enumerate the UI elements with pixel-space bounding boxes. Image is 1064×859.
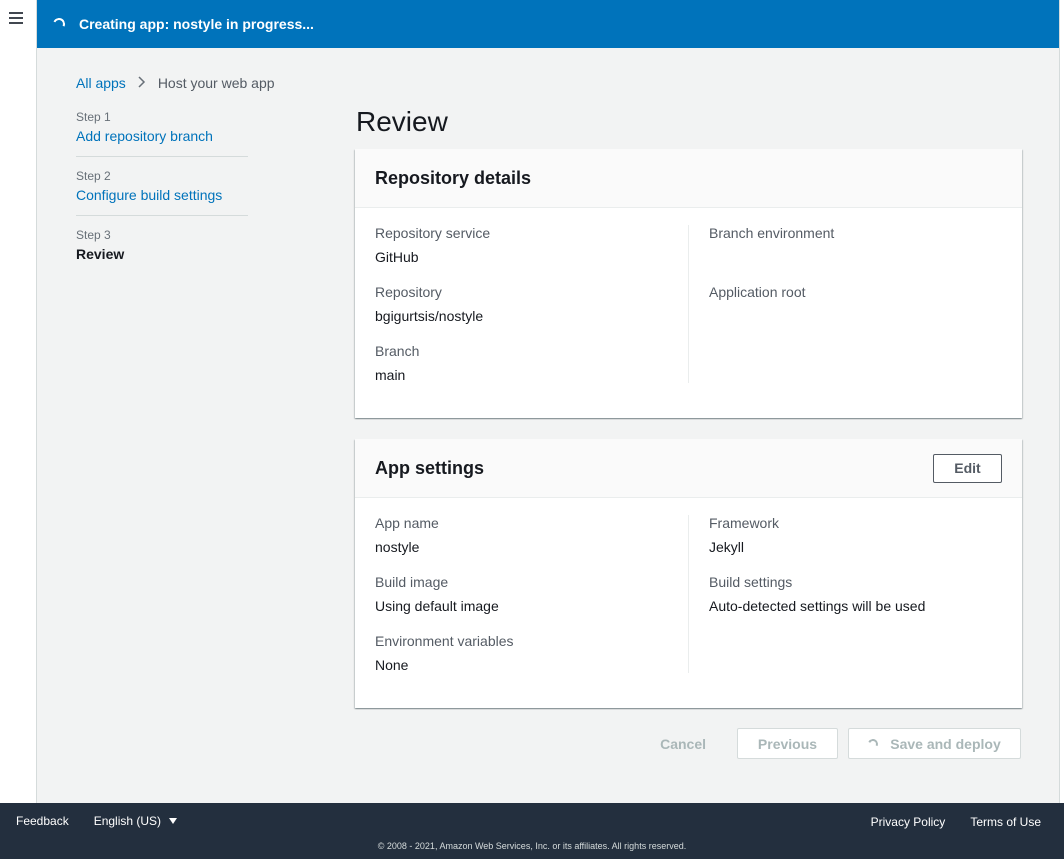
field-framework: Framework Jekyll — [709, 515, 1002, 555]
edit-button[interactable]: Edit — [933, 453, 1002, 483]
step-current-review: Review — [76, 246, 125, 262]
field-value: Using default image — [375, 598, 499, 614]
field-value — [709, 308, 1002, 324]
left-column: Repository service GitHub Repository bgi… — [375, 225, 689, 383]
step-number: Step 1 — [76, 110, 111, 124]
language-selector[interactable]: English (US) — [93, 814, 178, 828]
copyright-text: © 2008 - 2021, Amazon Web Services, Inc.… — [377, 841, 687, 851]
page-title: Review — [356, 106, 448, 137]
breadcrumb-all-apps[interactable]: All apps — [76, 75, 126, 91]
wizard-step-3: Step 3 Review — [76, 228, 248, 274]
footer-left: Feedback English (US) — [16, 814, 178, 828]
app-settings-panel: App settings Edit App name nostyle Build… — [355, 439, 1022, 708]
field-label: Repository service — [375, 225, 491, 241]
field-value — [709, 249, 1002, 265]
field-label: Build settings — [709, 574, 793, 590]
right-edge-divider — [1059, 0, 1064, 803]
step-link-add-repository-branch[interactable]: Add repository branch — [76, 128, 248, 144]
field-build-settings: Build settings Auto-detected settings wi… — [709, 574, 1002, 614]
loading-spinner-icon — [51, 16, 67, 32]
terms-of-use-link[interactable]: Terms of Use — [970, 815, 1041, 829]
field-label: Branch — [375, 343, 420, 359]
field-label: Environment variables — [375, 633, 514, 649]
language-label: English (US) — [93, 814, 162, 828]
breadcrumb-current: Host your web app — [157, 75, 275, 91]
main-content: All apps Host your web app Step 1 Add re… — [37, 48, 1059, 803]
caret-down-icon — [169, 818, 178, 824]
field-value: nostyle — [375, 539, 420, 555]
field-label: App name — [375, 515, 439, 531]
field-value: Auto-detected settings will be used — [709, 598, 926, 614]
save-and-deploy-button[interactable]: Save and deploy — [848, 728, 1021, 759]
feedback-link[interactable]: Feedback — [16, 814, 69, 828]
field-repository-service: Repository service GitHub — [375, 225, 668, 265]
left-column: App name nostyle Build image Using defau… — [375, 515, 689, 673]
wizard-step-1: Step 1 Add repository branch — [76, 110, 248, 157]
panel-title: Repository details — [375, 167, 532, 188]
step-link-configure-build-settings[interactable]: Configure build settings — [76, 187, 248, 203]
panel-header: App settings Edit — [355, 439, 1022, 498]
side-navigation-rail — [0, 0, 37, 803]
panel-title: App settings — [375, 457, 485, 478]
previous-button[interactable]: Previous — [737, 728, 838, 759]
field-label: Framework — [709, 515, 780, 531]
field-value: GitHub — [375, 249, 419, 265]
hamburger-menu-icon[interactable] — [9, 12, 23, 24]
save-and-deploy-label: Save and deploy — [890, 735, 1001, 752]
field-label: Repository — [375, 284, 442, 300]
field-value: bgigurtsis/nostyle — [375, 308, 484, 324]
step-number: Step 2 — [76, 169, 111, 183]
field-environment-variables: Environment variables None — [375, 633, 668, 673]
field-label: Branch environment — [709, 225, 835, 241]
breadcrumb: All apps Host your web app — [76, 75, 275, 91]
footer-right: Privacy Policy Terms of Use — [846, 815, 1041, 829]
panel-header: Repository details — [355, 149, 1022, 208]
loading-spinner-icon — [866, 737, 880, 750]
right-column: Framework Jekyll Build settings Auto-det… — [689, 515, 1002, 673]
repository-details-panel: Repository details Repository service Gi… — [355, 149, 1022, 418]
cancel-button[interactable]: Cancel — [660, 736, 706, 752]
panel-body: App name nostyle Build image Using defau… — [355, 498, 1022, 693]
field-branch-environment: Branch environment — [709, 225, 1002, 265]
field-label: Build image — [375, 574, 449, 590]
field-application-root: Application root — [709, 284, 1002, 324]
footer: Feedback English (US) Privacy Policy Ter… — [0, 803, 1064, 859]
field-build-image: Build image Using default image — [375, 574, 668, 614]
field-label: Application root — [709, 284, 806, 300]
progress-banner: Creating app: nostyle in progress... — [37, 0, 1059, 48]
banner-message: Creating app: nostyle in progress... — [79, 16, 314, 32]
privacy-policy-link[interactable]: Privacy Policy — [871, 815, 946, 829]
field-app-name: App name nostyle — [375, 515, 668, 555]
field-value: None — [375, 657, 409, 673]
panel-body: Repository service GitHub Repository bgi… — [355, 208, 1022, 403]
field-value: Jekyll — [709, 539, 745, 555]
wizard-step-2: Step 2 Configure build settings — [76, 169, 248, 216]
wizard-actions: Cancel Previous Save and deploy — [660, 728, 1021, 759]
chevron-right-icon — [138, 75, 146, 91]
step-number: Step 3 — [76, 228, 111, 242]
field-value: main — [375, 367, 406, 383]
right-column: Branch environment Application root — [689, 225, 1002, 383]
field-branch: Branch main — [375, 343, 668, 383]
wizard-steps: Step 1 Add repository branch Step 2 Conf… — [76, 110, 248, 286]
field-repository: Repository bgigurtsis/nostyle — [375, 284, 668, 324]
